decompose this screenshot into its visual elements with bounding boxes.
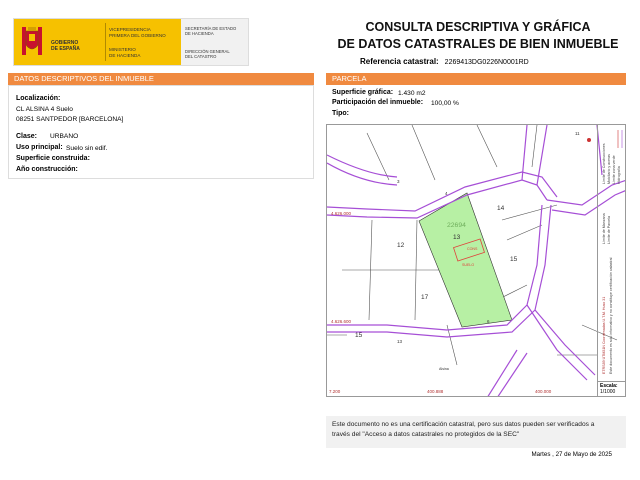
reference-value: 2269413DG0226N0001RD (444, 59, 529, 66)
road-3-label: 3 (397, 179, 400, 184)
uso-value: Suelo sin edif. (66, 145, 108, 152)
legend-text-2: Límite de Parcela (607, 216, 611, 244)
legend-text-1: Límite de Manzana (602, 213, 606, 244)
logo-divider (105, 23, 106, 61)
road-11-label: 11 (575, 131, 580, 136)
logo-gray-panel: SECRETARÍA DE ESTADO DE HACIENDA DIRECCI… (181, 19, 248, 65)
section-header-descriptivos: DATOS DESCRIPTIVOS DEL INMUEBLE (8, 73, 314, 85)
road-13-label: 13 (397, 339, 403, 344)
localizacion-label: Localización: (16, 95, 61, 102)
scale-value: 1/1000 (600, 389, 616, 395)
secretaria-label: SECRETARÍA DE ESTADO DE HACIENDA (185, 26, 236, 36)
tipo-label: Tipo: (332, 110, 349, 117)
suelo-label: SUELO (462, 263, 474, 267)
coord-x2-label: 400.000 (535, 389, 552, 394)
government-logo-block: GOBIERNO DE ESPAÑA VICEPRESIDENCIA PRIME… (13, 18, 249, 66)
participacion-value: 100,00 % (431, 100, 459, 107)
gov-line2: DE ESPAÑA (51, 46, 80, 52)
street-label: Alsina (439, 367, 449, 371)
coord-x0-label: 7.200 (329, 389, 341, 394)
logo-yellow-panel: GOBIERNO DE ESPAÑA VICEPRESIDENCIA PRIME… (14, 19, 181, 65)
gov-text: GOBIERNO DE ESPAÑA (51, 40, 80, 52)
min-line2: DE HACIENDA (109, 52, 141, 58)
legend-text-4: Mobiliario y aceras (607, 154, 611, 184)
vice-line2: PRIMERA DEL GOBIERNO (109, 32, 166, 38)
parcel-13-label: 13 (453, 234, 461, 241)
note-line2: través del "Acceso a datos catastrales n… (332, 431, 520, 438)
dir-line2: DEL CATASTRO (185, 54, 217, 59)
localizacion-line1: CL ALSINA 4 Suelo (16, 106, 73, 113)
superficie-grafica-label: Superficie gráfica: (332, 89, 394, 96)
reference-label: Referencia catastral: (360, 57, 439, 66)
coord-y2-label: 4.626.600 (331, 319, 352, 324)
coat-of-arms-icon (22, 27, 42, 55)
superficie-grafica-value: 1.430 m2 (398, 90, 426, 97)
map-legend-svg: Límite de Manzana Límite de Parcela Lími… (602, 130, 623, 374)
clase-value: URBANO (50, 133, 79, 140)
legend-text-6: Hidrografía (617, 166, 621, 184)
legend-text-5: Límite zona verde (612, 155, 616, 184)
coord-x1-label: 400.888 (427, 389, 444, 394)
parcel-15b-label: 15 (355, 332, 363, 339)
highlighted-parcel[interactable] (418, 192, 513, 328)
parcel-ref-label: 22694 (447, 222, 466, 229)
cadastral-map[interactable]: 22694 14 13 12 15 17 15 6 4 3 11 13 CONS… (326, 124, 626, 397)
direccion-label: DIRECCIÓN GENERAL DEL CATASTRO (185, 49, 230, 59)
document-title-line2: DE DATOS CATASTRALES DE BIEN INMUEBLE (337, 37, 619, 51)
map-legend-strip: Límite de Manzana Límite de Parcela Lími… (597, 124, 626, 381)
section-header-parcela: PARCELA (326, 73, 626, 85)
uso-label: Uso principal: (16, 144, 63, 151)
localizacion-line2: 08251 SANTPEDOR [BARCELONA] (16, 116, 124, 123)
cons-label: CONS (467, 247, 478, 251)
min-line1: MINISTERIO (109, 47, 136, 52)
document-title-line1: CONSULTA DESCRIPTIVA Y GRÁFICA (365, 20, 591, 34)
parcel-15-label: 15 (510, 256, 518, 263)
verification-note: Este documento no es una certificación c… (326, 416, 626, 448)
participacion-label: Participación del inmueble: (332, 99, 424, 106)
ministry-label: MINISTERIO DE HACIENDA (109, 47, 140, 58)
superficie-construida-label: Superficie construida: (16, 155, 90, 162)
clase-label: Clase: (16, 133, 38, 140)
document-date: Martes , 27 de Mayo de 2025 (531, 451, 613, 458)
north-marker-icon (587, 138, 591, 142)
note-line1: Este documento no es una certificación c… (332, 421, 595, 428)
parcel-17-label: 17 (421, 294, 429, 301)
vice-label: VICEPRESIDENCIA PRIMERA DEL GOBIERNO (109, 27, 166, 38)
reference-line: Referencia catastral: 2269413DG0226N0001… (360, 57, 630, 66)
parcel-14-label: 14 (497, 205, 505, 212)
legend-text-3: Límite de Construcciones (602, 143, 606, 184)
cadastral-map-svg: 22694 14 13 12 15 17 15 6 4 3 11 13 CONS… (327, 125, 625, 396)
legend-info-2: Este documento es solo informativo y no … (609, 257, 613, 374)
scale-box: Escala: 1/1000 (597, 381, 626, 397)
coord-y1-label: 4.626.000 (331, 211, 352, 216)
parcel-12-label: 12 (397, 242, 405, 249)
anio-construccion-label: Año construcción: (16, 166, 78, 173)
legend-info-1: ETRS89 UTM31N Coordenadas U.T.M. Huso 31 (602, 297, 606, 374)
sec-line2: DE HACIENDA (185, 31, 214, 36)
